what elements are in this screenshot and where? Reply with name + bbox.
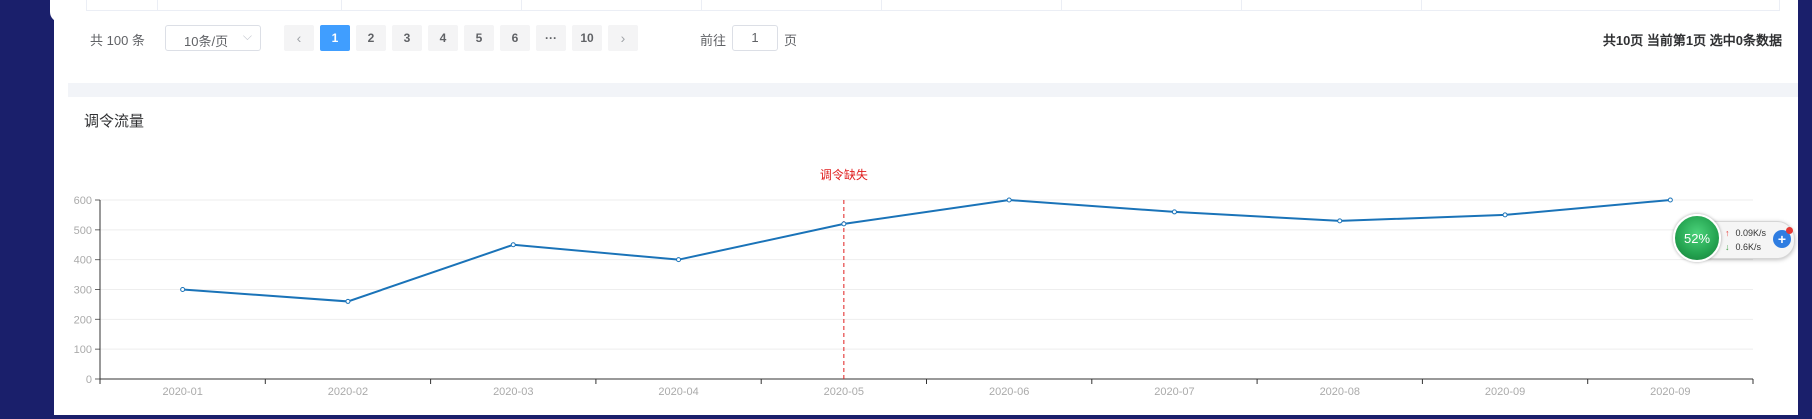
- page-unit-label: 页: [784, 33, 798, 48]
- cpu-percent-gauge: 52%: [1673, 214, 1721, 262]
- chevron-down-icon: ⌵: [242, 29, 252, 43]
- x-tick-label: 2020-01: [162, 386, 202, 398]
- table-column-divider: [521, 0, 522, 10]
- x-tick-label: 2020-07: [1154, 386, 1194, 398]
- chevron-right-icon: ›: [620, 30, 626, 46]
- data-point: [1171, 209, 1177, 215]
- page-button-10[interactable]: 10: [572, 25, 602, 51]
- page-button-2[interactable]: 2: [356, 25, 386, 51]
- page-size-select[interactable]: 10条/页 ⌵: [165, 25, 261, 51]
- bottom-frame: [0, 415, 1812, 419]
- section-divider: [68, 83, 1798, 97]
- page-button-6[interactable]: 6: [500, 25, 530, 51]
- series-line: [182, 198, 1671, 303]
- total-count: 共 100 条: [90, 33, 145, 48]
- pagination: 共 100 条 10条/页 ⌵ ‹ 1 2 3 4 5 6 ··· 10 › 前…: [68, 22, 1798, 54]
- download-speed: ↓ 0.6K/s: [1725, 242, 1761, 252]
- x-tick-label: 2020-08: [1320, 386, 1360, 398]
- x-tick-label: 2020-03: [493, 386, 533, 398]
- prev-page-button[interactable]: ‹: [284, 25, 314, 51]
- download-speed-value: 0.6K/s: [1735, 242, 1762, 252]
- data-point: [1502, 212, 1508, 218]
- table-column-divider: [1061, 0, 1062, 10]
- main-panel: 共 100 条 10条/页 ⌵ ‹ 1 2 3 4 5 6 ··· 10 › 前…: [68, 0, 1798, 415]
- upload-speed-value: 0.09K/s: [1735, 228, 1767, 238]
- goto-page-input[interactable]: 1: [732, 25, 778, 51]
- x-tick-label: 2020-06: [989, 386, 1029, 398]
- table-column-divider: [341, 0, 342, 10]
- x-tick-label: 2020-04: [658, 386, 698, 398]
- data-point: [180, 287, 186, 292]
- table-column-divider: [1421, 0, 1422, 10]
- annotation-label: 调令缺失: [820, 167, 868, 182]
- network-speed-widget[interactable]: ↑ 0.09K/s ↓ 0.6K/s 52% +: [1673, 214, 1795, 264]
- pagination-summary: 共10页 当前第1页 选中0条数据: [1602, 33, 1782, 48]
- y-tick-label: 0: [86, 374, 92, 386]
- x-tick-label: 2020-02: [328, 386, 368, 398]
- data-point: [1337, 218, 1343, 224]
- next-page-button[interactable]: ›: [608, 25, 638, 51]
- y-tick-label: 200: [74, 314, 92, 326]
- page-button-5[interactable]: 5: [464, 25, 494, 51]
- x-tick-label: 2020-09: [1485, 386, 1525, 398]
- right-frame: [1798, 0, 1812, 419]
- page-button-4[interactable]: 4: [428, 25, 458, 51]
- data-point: [510, 242, 516, 248]
- table-column-divider: [157, 0, 158, 10]
- y-tick-label: 300: [74, 285, 92, 297]
- traffic-line-chart: 0 100 200 300 400 500 600 2020-01 2020-02 2020-03…: [74, 167, 1754, 398]
- chevron-left-icon: ‹: [296, 30, 302, 46]
- page-button-3[interactable]: 3: [392, 25, 422, 51]
- arrow-down-icon: ↓: [1725, 242, 1730, 252]
- table-column-divider: [1241, 0, 1242, 10]
- data-point: [1006, 197, 1012, 203]
- arrow-up-icon: ↑: [1725, 228, 1730, 238]
- upload-speed: ↑ 0.09K/s: [1725, 228, 1766, 238]
- table-column-divider: [881, 0, 882, 10]
- x-tick-label: 2020-05: [824, 386, 864, 398]
- x-tick-label: 2020-09: [1650, 386, 1690, 398]
- table-bottom-edge: [86, 0, 1780, 11]
- y-tick-label: 400: [74, 255, 92, 267]
- data-point: [676, 257, 682, 263]
- data-point: [345, 298, 351, 304]
- more-pages-button[interactable]: ···: [536, 25, 566, 51]
- data-point: [841, 221, 847, 227]
- y-tick-label: 500: [74, 225, 92, 237]
- table-column-divider: [701, 0, 702, 10]
- sidebar-notch: [50, 0, 64, 22]
- left-sidebar: [0, 0, 54, 419]
- y-tick-label: 600: [74, 195, 92, 207]
- y-tick-label: 100: [74, 344, 92, 356]
- page-button-1[interactable]: 1: [320, 25, 350, 51]
- page-size-value: 10条/页: [184, 34, 229, 49]
- data-point: [1667, 197, 1673, 203]
- section-title: 调令流量: [84, 113, 145, 130]
- notification-dot: [1786, 227, 1793, 234]
- goto-label: 前往: [700, 33, 727, 48]
